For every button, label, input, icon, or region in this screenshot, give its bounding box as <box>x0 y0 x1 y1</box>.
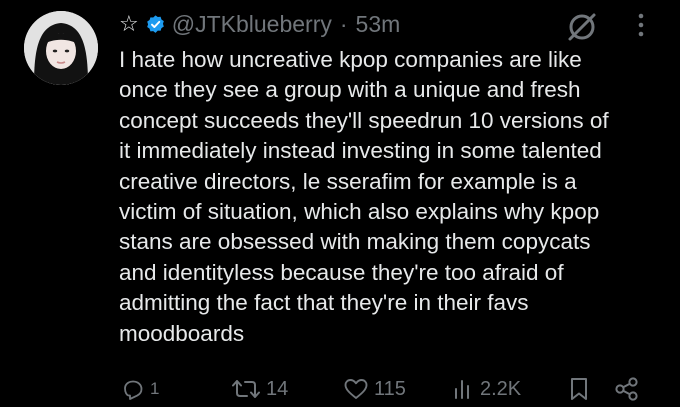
bookmark-icon <box>571 378 587 400</box>
tweet-actions: 1 14 115 2.2K <box>0 372 680 406</box>
tweet-time[interactable]: 53m <box>356 11 401 38</box>
like-count: 115 <box>374 377 406 400</box>
verified-badge-icon[interactable] <box>145 14 166 35</box>
tweet-header: ☆ @JTKblueberry · 53m <box>119 9 400 39</box>
header-separator: · <box>339 10 348 37</box>
star-outline-icon: ☆ <box>119 11 139 36</box>
retweet-count: 14 <box>266 377 289 400</box>
reply-button[interactable]: 1 <box>121 372 159 406</box>
view-count: 2.2K <box>480 377 522 400</box>
reply-icon <box>124 380 143 400</box>
share-button[interactable] <box>614 372 640 406</box>
reply-count: 1 <box>150 379 160 398</box>
bookmark-button[interactable] <box>568 372 590 406</box>
retweet-icon <box>232 380 260 398</box>
like-button[interactable]: 115 <box>343 372 406 406</box>
avatar-image <box>24 11 98 85</box>
retweet-button[interactable]: 14 <box>231 372 288 406</box>
views-icon <box>455 380 469 399</box>
user-handle[interactable]: @JTKblueberry <box>172 11 332 38</box>
grok-icon[interactable] <box>565 10 599 44</box>
share-icon <box>615 377 638 401</box>
heart-icon <box>344 379 368 399</box>
views-button[interactable]: 2.2K <box>453 372 521 406</box>
tweet-text: I hate how uncreative kpop companies are… <box>119 47 609 346</box>
more-options-icon[interactable] <box>636 10 646 40</box>
avatar[interactable] <box>24 11 98 85</box>
